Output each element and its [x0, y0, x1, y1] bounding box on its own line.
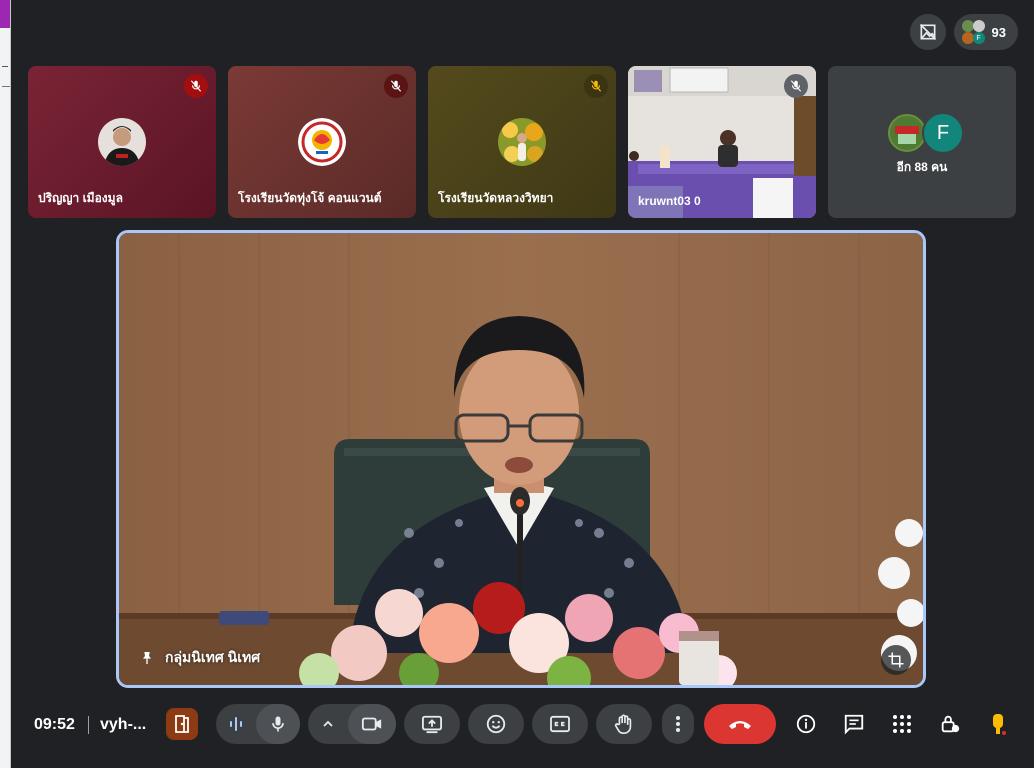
microphone-button[interactable] [256, 704, 300, 744]
activities-button[interactable] [886, 708, 918, 740]
more-participants-label: อีก 88 คน [896, 160, 948, 174]
participant-name: kruwnt03 0 [638, 194, 701, 208]
participant-name: ปริญญา เมืองมูล [38, 191, 123, 205]
browser-left-edge [0, 0, 11, 768]
edge-mark [2, 66, 8, 67]
divider [88, 716, 89, 734]
raise-hand-button[interactable] [596, 704, 652, 744]
pin-icon[interactable] [139, 650, 155, 666]
audio-wave-icon [230, 717, 242, 731]
mic-off-icon [184, 74, 208, 98]
chat-button[interactable] [838, 708, 870, 740]
school-logo-avatar [298, 118, 346, 166]
no-visual-effects-button[interactable] [909, 14, 946, 50]
more-options-button[interactable] [662, 704, 694, 744]
participant-tile[interactable]: ปริญญา เมืองมูล [28, 66, 216, 218]
more-avatars: F [886, 112, 964, 154]
main-speaker-name: กลุ่มนิเทศ นิเทศ [165, 649, 261, 665]
mic-control-group [216, 704, 300, 744]
participant-name: โรงเรียนวัดทุ่งโจ้ คอนแวนต์ [238, 191, 382, 205]
mini-avatar [961, 20, 974, 32]
info-icon [796, 714, 816, 734]
hand-icon [614, 714, 632, 734]
host-controls-button[interactable] [934, 708, 966, 740]
chevron-up-icon [323, 720, 333, 727]
crop-icon [888, 652, 904, 668]
more-participants-tile[interactable]: F อีก 88 คน [828, 66, 1016, 218]
participant-tile[interactable]: โรงเรียนวัดทุ่งโจ้ คอนแวนต์ [228, 66, 416, 218]
crop-button[interactable] [881, 645, 911, 675]
main-speaker-tile[interactable]: กลุ่มนิเทศ นิเทศ [116, 230, 926, 688]
raised-hand-indicator[interactable] [982, 708, 1014, 740]
main-speaker-label: กลุ่มนิเทศ นิเทศ [139, 647, 260, 669]
image-off-icon [919, 23, 936, 41]
camera-control-group [308, 704, 396, 744]
mini-avatar [972, 20, 985, 32]
hang-up-icon [729, 721, 751, 729]
audio-settings-button[interactable] [216, 704, 256, 744]
door-icon [175, 715, 189, 733]
participant-count: 93 [991, 24, 1006, 40]
camera-options-button[interactable] [308, 704, 348, 744]
mini-avatar [961, 32, 974, 44]
meeting-code[interactable]: vyh-... [100, 716, 146, 734]
avatar-f: F [922, 112, 964, 154]
mini-avatar-f: F [972, 32, 985, 44]
leave-room-button[interactable] [166, 708, 198, 740]
mic-off-icon [384, 74, 408, 98]
more-vert-icon [676, 716, 680, 732]
meeting-details-button[interactable] [790, 708, 822, 740]
chat-icon [844, 714, 864, 735]
closed-captions-icon [550, 715, 570, 733]
mic-off-icon [584, 74, 608, 98]
raised-hand-icon [993, 714, 1006, 735]
lock-person-icon [941, 715, 960, 733]
video-camera-icon [361, 717, 382, 731]
camera-button[interactable] [348, 704, 396, 744]
reactions-button[interactable] [468, 704, 524, 744]
people-button[interactable]: F 93 [953, 14, 1018, 50]
participant-name: โรงเรียนวัดหลวงวิทยา [438, 191, 554, 205]
top-right-controls: F 93 [909, 14, 1018, 50]
participant-tile[interactable]: kruwnt03 0 [628, 66, 816, 218]
bottom-control-bar: 09:52 vyh-... [0, 696, 1034, 768]
emoji-icon [486, 714, 506, 734]
apps-grid-icon [893, 715, 911, 733]
present-screen-button[interactable] [404, 704, 460, 744]
tab-accent [0, 0, 10, 28]
participant-avatar [498, 118, 546, 166]
leave-call-button[interactable] [704, 704, 776, 744]
clock: 09:52 [34, 716, 75, 733]
edge-mark [2, 86, 10, 87]
participant-mini-avatars: F [961, 20, 986, 44]
participant-avatar [98, 118, 146, 166]
present-screen-icon [422, 715, 442, 734]
speaker-video [119, 233, 923, 685]
participant-strip: ปริญญา เมืองมูล โรงเรียนวัดทุ่งโจ้ คอนแว… [28, 66, 1016, 218]
microphone-icon [272, 716, 284, 732]
mic-off-icon [784, 74, 808, 98]
participant-tile[interactable]: โรงเรียนวัดหลวงวิทยา [428, 66, 616, 218]
captions-button[interactable] [532, 704, 588, 744]
